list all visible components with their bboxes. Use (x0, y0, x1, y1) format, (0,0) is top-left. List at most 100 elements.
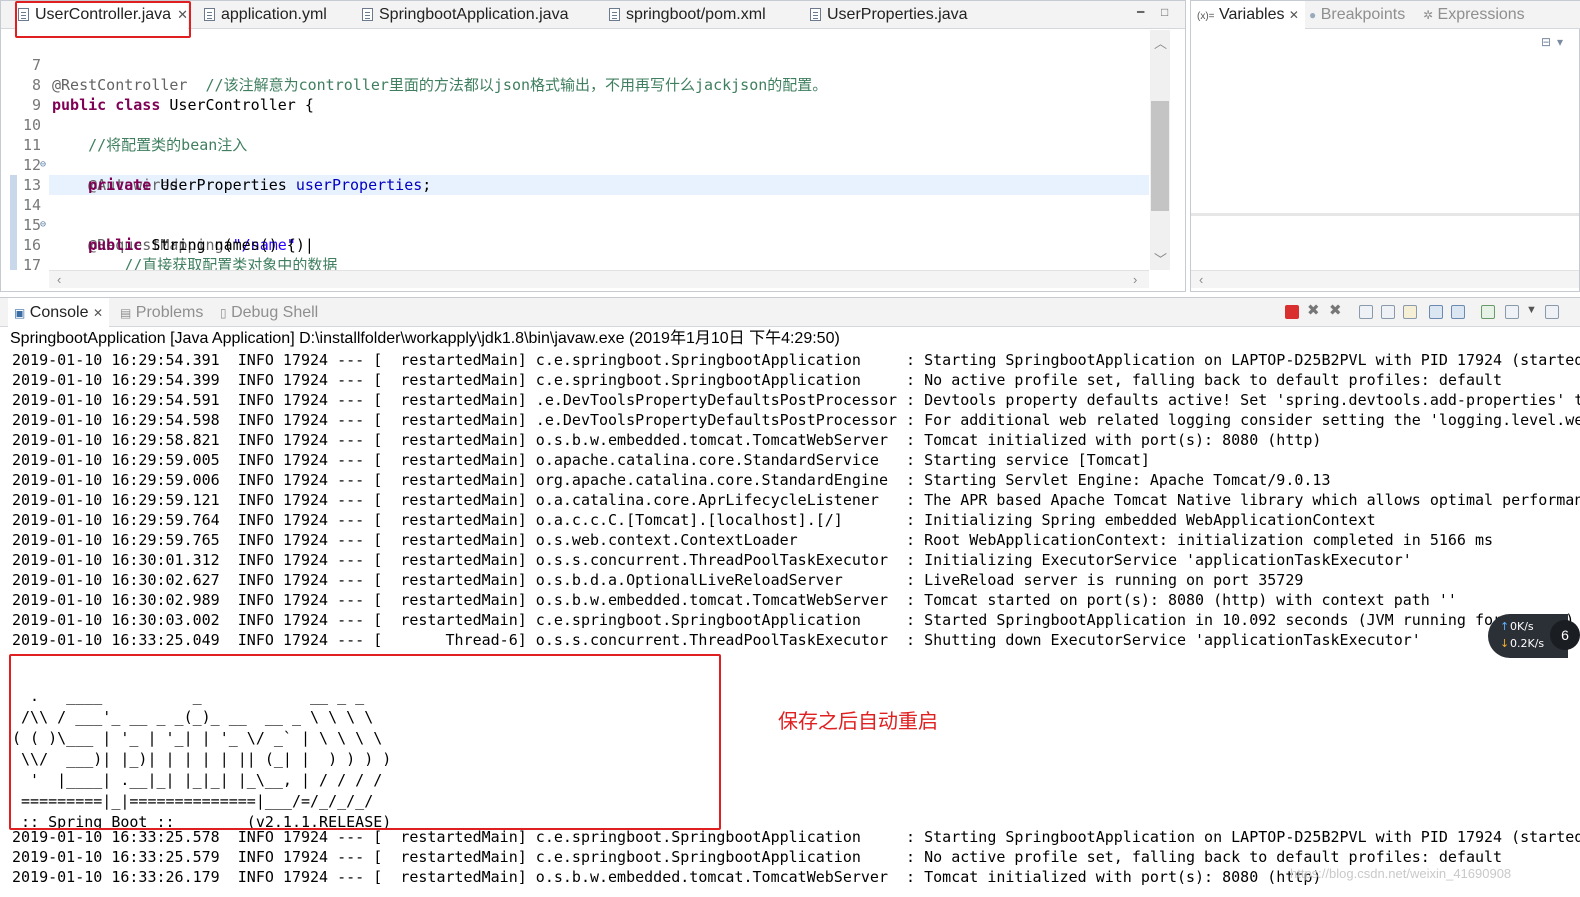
log-line: 2019-01-10 16:33:25.578 INFO 17924 --- [… (12, 828, 1580, 846)
scroll-left-icon[interactable]: ‹ (57, 272, 61, 287)
code-text: private UserProperties userProperties; (88, 176, 432, 194)
code-line: 13 (1, 155, 55, 194)
watermark: https://blog.csdn.net/weixin_41690908 (1290, 866, 1512, 881)
download-arrow-icon: ↓ (1500, 637, 1510, 650)
view-menu-icon[interactable]: ▾ (1557, 35, 1563, 49)
variables-horizontal-scrollbar[interactable]: ‹ (1191, 270, 1579, 288)
code-line: 8 public class UserController { (1, 55, 314, 114)
log-line: 2019-01-10 16:29:54.391 INFO 17924 --- [… (12, 351, 1580, 369)
tab-label: springboot/pom.xml (626, 6, 766, 23)
show-on-stderr-icon[interactable] (1451, 305, 1465, 319)
code-editor[interactable]: 7 @RestController //该注解意为controller里面的方法… (1, 30, 1149, 270)
log-line: 2019-01-10 16:29:59.121 INFO 17924 --- [… (12, 491, 1580, 509)
minimize-icon[interactable]: ━ (1137, 5, 1144, 19)
editor-pane: UserController.java ✕ application.yml Spr… (0, 0, 1186, 292)
tab-console[interactable]: ▣ Console ✕ (8, 298, 110, 327)
terminate-icon[interactable] (1285, 305, 1299, 319)
close-icon[interactable]: ✕ (93, 306, 103, 320)
code-text: //直接获取配置类对象中的数据 (124, 256, 338, 270)
breakpoints-icon: ● (1309, 8, 1317, 22)
tab-breakpoints[interactable]: ● Breakpoints (1309, 1, 1405, 29)
file-icon (204, 8, 215, 21)
tab-label: SpringbootApplication.java (379, 6, 569, 23)
editor-horizontal-scrollbar[interactable]: ‹ › (49, 270, 1149, 288)
tab-label: Breakpoints (1320, 6, 1406, 23)
clear-console-icon[interactable] (1359, 305, 1373, 319)
scroll-left-icon[interactable]: ‹ (1199, 272, 1203, 287)
log-line: 2019-01-10 16:30:02.627 INFO 17924 --- [… (12, 571, 1304, 589)
download-speed: ↓ 0.2K/s (1500, 637, 1545, 650)
tab-problems[interactable]: ▤ Problems (120, 298, 203, 327)
close-icon[interactable]: ✕ (1289, 8, 1299, 22)
tab-label: application.yml (221, 6, 327, 23)
scrollbar-thumb[interactable] (1151, 101, 1169, 211)
log-line: 2019-01-10 16:33:26.179 INFO 17924 --- [… (12, 868, 1322, 886)
display-console-icon[interactable] (1505, 305, 1519, 319)
code-line: 10 //将配置类的bean注入 (1, 95, 247, 154)
show-on-stdout-icon[interactable] (1429, 305, 1443, 319)
tab-springbootapplication-java[interactable]: SpringbootApplication.java (359, 1, 568, 29)
log-line: 2019-01-10 16:29:59.764 INFO 17924 --- [… (12, 511, 1376, 529)
tab-application-yml[interactable]: application.yml (201, 1, 327, 29)
scroll-up-icon[interactable]: ︿ (1154, 33, 1167, 52)
log-line: 2019-01-10 16:29:59.765 INFO 17924 --- [… (12, 531, 1494, 549)
tab-variables[interactable]: (x)= Variables ✕ (1191, 1, 1305, 29)
debug-views-pane: (x)= Variables ✕ ● Breakpoints ✲ Express… (1190, 0, 1580, 292)
console-tab-bar: ▣ Console ✕ ▤ Problems ▯ Debug Shell ✖ ✖… (0, 298, 1580, 327)
code-text: public class UserController { (52, 96, 314, 114)
console-icon: ▣ (14, 306, 26, 320)
variables-icon: (x)= (1197, 11, 1215, 22)
tab-userproperties-java[interactable]: UserProperties.java (807, 1, 968, 29)
xml-file-icon (609, 8, 620, 21)
log-line: 2019-01-10 16:30:01.312 INFO 17924 --- [… (12, 551, 1412, 569)
network-badge[interactable]: 6 (1550, 620, 1580, 650)
log-line: 2019-01-10 16:33:25.579 INFO 17924 --- [… (12, 848, 1503, 866)
scroll-down-icon[interactable]: ﹀ (1154, 249, 1167, 268)
tab-label: Debug Shell (231, 304, 319, 321)
open-console-icon[interactable] (1545, 305, 1559, 319)
code-line: 18 return userProperties.getName()+","+u… (1, 255, 55, 270)
upload-speed: ↑ 0K/s (1500, 620, 1534, 633)
log-line: 2019-01-10 16:29:54.399 INFO 17924 --- [… (12, 371, 1503, 389)
log-line: 2019-01-10 16:29:54.598 INFO 17924 --- [… (12, 411, 1580, 429)
java-file-icon (362, 8, 373, 21)
log-line: 2019-01-10 16:29:59.005 INFO 17924 --- [… (12, 451, 1150, 469)
problems-icon: ▤ (120, 306, 132, 320)
dropdown-icon[interactable]: ▼ (1526, 304, 1537, 316)
code-line: 16 //直接获取配置类对象中的数据 (1, 215, 337, 270)
maximize-icon[interactable]: □ (1161, 5, 1168, 19)
remove-launch-icon[interactable]: ✖ (1307, 303, 1321, 318)
tab-pom-xml[interactable]: springboot/pom.xml (606, 1, 766, 29)
code-text: @RestController //该注解意为controller里面的方法都以… (52, 76, 828, 94)
console-process-description: SpringbootApplication [Java Application]… (10, 330, 840, 347)
code-text: //将配置类的bean注入 (88, 136, 248, 154)
collapse-all-icon[interactable]: ⊟ (1541, 35, 1551, 49)
word-wrap-icon[interactable] (1403, 305, 1417, 319)
log-line: 2019-01-10 16:29:58.821 INFO 17924 --- [… (12, 431, 1322, 449)
debug-tab-bar: (x)= Variables ✕ ● Breakpoints ✲ Express… (1191, 1, 1580, 29)
upload-arrow-icon: ↑ (1500, 620, 1510, 633)
remove-all-icon[interactable]: ✖ (1329, 303, 1343, 318)
annotation-text: 保存之后自动重启 (778, 711, 938, 733)
debug-shell-icon: ▯ (220, 306, 227, 320)
code-line: 9 (1, 75, 55, 114)
code-line: 12 private UserProperties userProperties… (1, 135, 431, 194)
expressions-icon: ✲ (1423, 8, 1434, 22)
tab-debug-shell[interactable]: ▯ Debug Shell (220, 298, 318, 327)
code-line: 11 ⊖ @Autowired (1, 115, 179, 194)
pin-console-icon[interactable] (1481, 305, 1495, 319)
log-line: 2019-01-10 16:30:02.989 INFO 17924 --- [… (12, 591, 1457, 609)
log-line: 2019-01-10 16:30:03.002 INFO 17924 --- [… (12, 611, 1575, 629)
tab-label: Console (29, 304, 89, 321)
tab-label: Variables (1218, 6, 1285, 23)
scroll-lock-icon[interactable] (1381, 305, 1395, 319)
tab-label: Expressions (1437, 6, 1525, 23)
tab-expressions[interactable]: ✲ Expressions (1423, 1, 1525, 29)
tab-label: UserProperties.java (827, 6, 968, 23)
scroll-right-icon[interactable]: › (1133, 272, 1137, 287)
code-line: 15 public String names() { (1, 195, 296, 254)
console-pane: ▣ Console ✕ ▤ Problems ▯ Debug Shell ✖ ✖… (0, 297, 1580, 897)
java-file-icon (810, 8, 821, 21)
code-line: 14 ⊖ @RequestMapping("/name")| (1, 175, 314, 254)
log-line: 2019-01-10 16:29:59.006 INFO 17924 --- [… (12, 471, 1331, 489)
